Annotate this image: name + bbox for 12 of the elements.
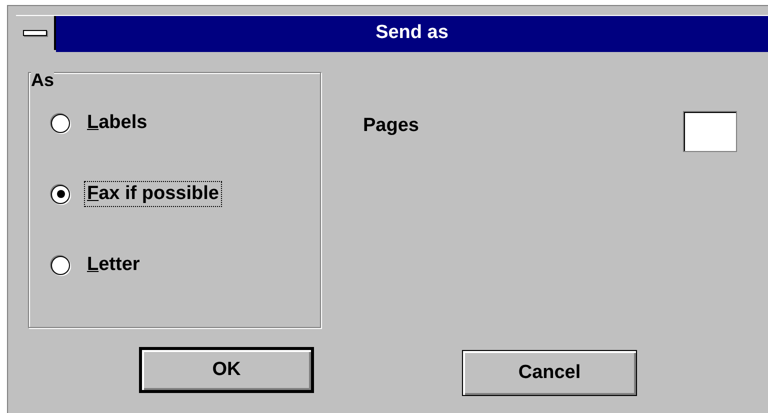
radio-label[interactable]: Fax if possible: [84, 181, 222, 207]
ok-button[interactable]: OK: [139, 347, 314, 393]
radio-button[interactable]: [51, 114, 70, 132]
radio-button[interactable]: [51, 184, 70, 204]
window-title: Send as: [56, 16, 768, 52]
radio-label[interactable]: Letter: [84, 252, 143, 278]
radio-button[interactable]: [51, 256, 70, 274]
group-label: As: [31, 71, 54, 89]
pages-field[interactable]: [683, 111, 737, 152]
cancel-button[interactable]: Cancel: [462, 350, 637, 396]
radio-label[interactable]: Labels: [84, 110, 150, 136]
pages-label: Pages: [363, 115, 419, 137]
